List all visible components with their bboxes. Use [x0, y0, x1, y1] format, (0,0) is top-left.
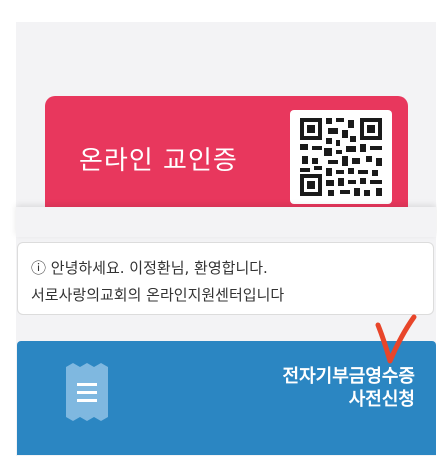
qr-code-icon — [290, 110, 392, 204]
card-pocket — [16, 207, 436, 237]
greeting-box: ⓘ 안녕하세요. 이정환님, 환영합니다. 서로사랑의교회의 온라인지원센터입니… — [17, 242, 434, 315]
greeting-welcome-text: ⓘ 안녕하세요. 이정환님, 환영합니다. — [31, 259, 268, 277]
receipt-subtitle: 사전신청 — [348, 389, 415, 410]
receipt-icon — [66, 363, 108, 425]
greeting-center-text: 서로사랑의교회의 온라인지원센터입니다 — [31, 286, 285, 304]
receipt-label: 전자기부금영수증 사전신청 — [283, 365, 415, 411]
check-mark-icon — [374, 313, 418, 371]
card-title: 온라인 교인증 — [79, 146, 238, 176]
